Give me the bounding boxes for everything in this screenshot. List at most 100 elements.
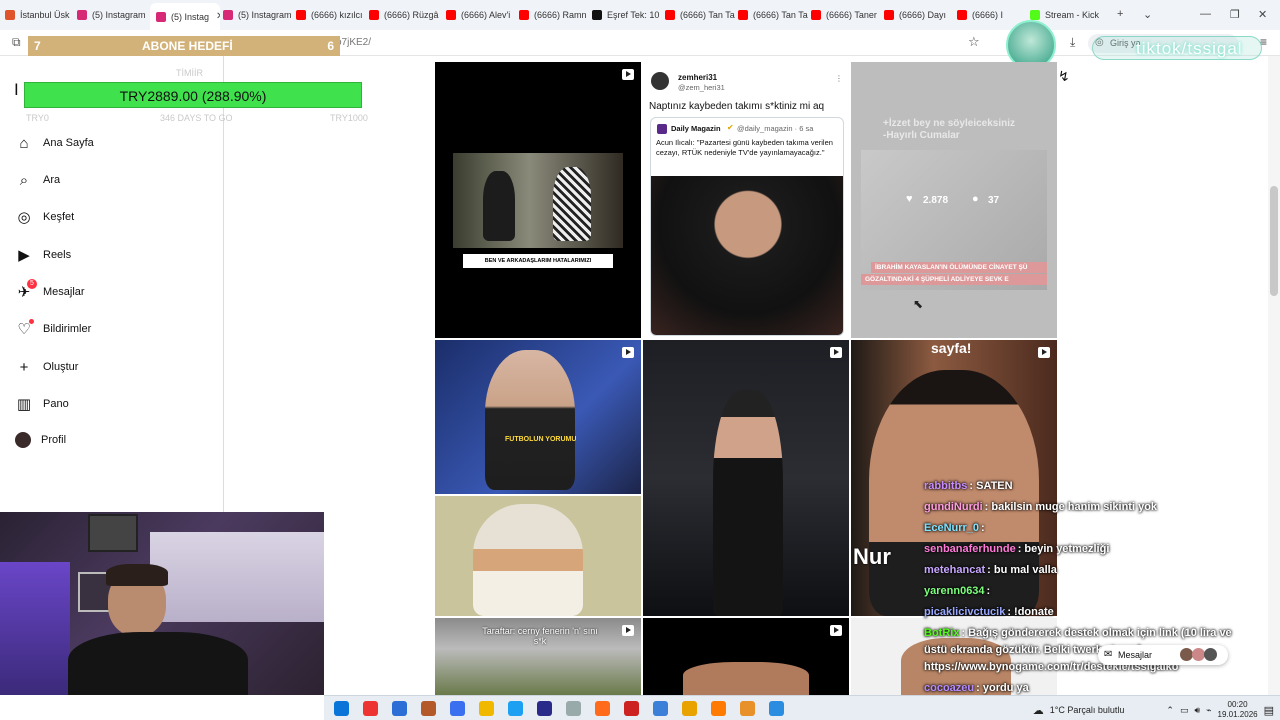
- tab-favicon-icon: [446, 10, 456, 20]
- taskbar-app-icon[interactable]: [537, 701, 552, 716]
- browser-tab[interactable]: (6666) Tan Ta: [738, 4, 808, 26]
- post-tile-3-banner2: GÖZALTINDAKİ 4 ŞÜPHELİ ADLİYEYE SEVK E: [861, 274, 1047, 285]
- minimize-icon[interactable]: —: [1200, 8, 1211, 20]
- post-tile-4-caption: FUTBOLUN YORUMU: [505, 436, 577, 443]
- post-tile-5[interactable]: [643, 340, 849, 616]
- sidebar-item-label: Ana Sayfa: [43, 137, 94, 149]
- quote-avatar: [657, 124, 667, 134]
- bookmark-star-icon[interactable]: ☆: [968, 34, 980, 50]
- sidebar-item-messages[interactable]: ✈ 5 Mesajlar: [15, 279, 85, 301]
- taskbar-app-icon[interactable]: [334, 701, 349, 716]
- url-text[interactable]: o7jKE2/: [336, 37, 371, 48]
- cursor-icon: ↯: [1058, 68, 1070, 84]
- browser-tab[interactable]: (5) Instagram: [223, 4, 293, 26]
- taskbar-app-icon[interactable]: [711, 701, 726, 716]
- donation-goal-days: 346 DAYS TO GO: [160, 113, 233, 123]
- browser-tab[interactable]: (6666) Alev'i: [446, 4, 516, 26]
- post-tile-10[interactable]: [643, 618, 849, 695]
- new-tab-icon[interactable]: +: [1117, 8, 1123, 20]
- show-hidden-icon[interactable]: ⌃: [1166, 705, 1174, 716]
- chat-message: cocoazeu: yordu ya: [924, 682, 1029, 694]
- browser-tab-bar: İstanbul Üsk(5) Instagram(5) Instag✕(5) …: [0, 0, 1280, 30]
- post-tile-7[interactable]: [435, 496, 641, 616]
- reels-icon: ▶: [18, 247, 30, 264]
- browser-tab[interactable]: (6666) Taner: [811, 4, 881, 26]
- network-icon[interactable]: ▭: [1180, 705, 1189, 716]
- battery-icon[interactable]: ⌁: [1206, 705, 1211, 716]
- person-left: [483, 171, 515, 241]
- tab-list-icon[interactable]: ⌄: [1143, 8, 1152, 21]
- taskbar-app-icon[interactable]: [769, 701, 784, 716]
- taskbar-app-icon[interactable]: [363, 701, 378, 716]
- donation-goal-bar: TRY2889.00 (288.90%): [24, 82, 362, 108]
- comment-icon: ●: [972, 193, 979, 205]
- messages-pill[interactable]: ✉ Mesajlar: [1098, 645, 1228, 665]
- wall-shelf: [150, 532, 324, 622]
- browser-tab[interactable]: İstanbul Üsk: [5, 4, 75, 26]
- sidebar-item-reels[interactable]: ▶ Reels: [15, 246, 71, 264]
- taskbar-app-icon[interactable]: [392, 701, 407, 716]
- taskbar-app-icon[interactable]: [595, 701, 610, 716]
- tab-favicon-icon: [296, 10, 306, 20]
- taskbar-app-icon[interactable]: [740, 701, 755, 716]
- sidebar-item-dashboard[interactable]: ▥ Pano: [15, 395, 69, 413]
- taskbar-app-icon[interactable]: [653, 701, 668, 716]
- sidebar-item-home[interactable]: ⌂ Ana Sayfa: [15, 134, 94, 152]
- quote-photo: [651, 176, 843, 335]
- person-right: [553, 167, 591, 241]
- tab-close-icon[interactable]: ✕: [216, 11, 220, 22]
- sidebar-item-heart[interactable]: ♡ Bildirimler: [15, 319, 91, 338]
- post-tile-3-banner1: İBRAHİM KAYASLAN'IN ÖLÜMÜNDE CİNAYET ŞÜ: [871, 262, 1047, 273]
- mouse-cursor-icon: ⬉: [913, 297, 924, 311]
- browser-tab[interactable]: (6666) Rüzgâ: [369, 4, 439, 26]
- taskbar-app-icon[interactable]: [624, 701, 639, 716]
- sidebar-item-label: Reels: [43, 249, 72, 261]
- system-tray: ☁ 1°C Parçalı bulutlu ⌃ ▭ 🔊︎ ⌁ 00:20 19.…: [1033, 700, 1274, 720]
- post-tile-6-top: sayfa!: [931, 340, 972, 356]
- sidebar-item-search[interactable]: ⌕ Ara: [15, 171, 60, 189]
- sidebar-item-plus[interactable]: + Oluştur: [15, 358, 79, 376]
- taskbar-app-icon[interactable]: [566, 701, 581, 716]
- clock[interactable]: 00:20 19.01.2026: [1218, 700, 1258, 720]
- sidebar-item-label: Keşfet: [43, 211, 75, 223]
- chat-message: gundiNurdi: bakilsin muge hanim sikinti …: [924, 501, 1157, 513]
- taskbar-app-icon[interactable]: [421, 701, 436, 716]
- sidebar-item-explore[interactable]: ◎ Keşfet: [15, 208, 74, 226]
- browser-tab[interactable]: (5) Instagram: [77, 4, 147, 26]
- taskbar-app-icon[interactable]: [682, 701, 697, 716]
- close-window-icon[interactable]: ✕: [1258, 8, 1267, 21]
- post-tile-3[interactable]: +İzzet bey ne söyleiceksiniz -Hayırlı Cu…: [851, 62, 1057, 338]
- chat-text: : yordu ya: [976, 682, 1029, 694]
- browser-tab[interactable]: (6666) Tan Ta: [665, 4, 735, 26]
- post-tile-1[interactable]: BEN VE ARKADAŞLARIM HATALARIMIZI PEKİŞTİ…: [435, 62, 641, 338]
- browser-tab[interactable]: (6666) Dayı: [884, 4, 954, 26]
- post-tile-10-person: [683, 662, 809, 695]
- tiktok-handle-overlay: tiktok/tssigal: [1092, 36, 1262, 60]
- taskbar-app-icon[interactable]: [508, 701, 523, 716]
- chat-message: picaklicivctucik: !donate: [924, 606, 1054, 618]
- chat-message: rabbitbs: SATEN: [924, 480, 1013, 492]
- tab-favicon-icon: [223, 10, 233, 20]
- browser-tab[interactable]: (6666) kızılcı: [296, 4, 366, 26]
- weather-text: 1°C Parçalı bulutlu: [1049, 705, 1125, 715]
- subgoal-left: 7: [34, 39, 41, 53]
- download-icon[interactable]: ⤓: [1070, 35, 1075, 50]
- post-tile-4[interactable]: FUTBOLUN YORUMU: [435, 340, 641, 494]
- volume-icon[interactable]: 🔊︎: [1194, 705, 1200, 716]
- post-tile-9[interactable]: Taraftar: cerny fenerin 'n' sını s*k: [435, 618, 641, 695]
- taskbar-app-icon[interactable]: [479, 701, 494, 716]
- browser-tab[interactable]: (6666) Ramn: [519, 4, 589, 26]
- notifications-icon[interactable]: ▤: [1264, 704, 1274, 717]
- messages-icon: ✉: [1104, 649, 1113, 660]
- scrollbar-thumb[interactable]: [1270, 186, 1278, 296]
- tab-favicon-icon: [369, 10, 379, 20]
- taskbar-app-icon[interactable]: [450, 701, 465, 716]
- tab-favicon-icon: [77, 10, 87, 20]
- post-tile-2[interactable]: zemheri31 @zem_heri31 ⋮ Naptınız kaybede…: [643, 62, 849, 338]
- browser-tab[interactable]: (5) Instag ✕: [150, 3, 220, 30]
- browser-tab[interactable]: (6666) I: [957, 4, 1027, 26]
- post-tile-4-person: [485, 350, 575, 490]
- browser-tab[interactable]: Eşref Tek: 10: [592, 4, 662, 26]
- sidebar-item-avatar[interactable]: Profil: [15, 432, 66, 448]
- maximize-icon[interactable]: ❐: [1230, 8, 1240, 21]
